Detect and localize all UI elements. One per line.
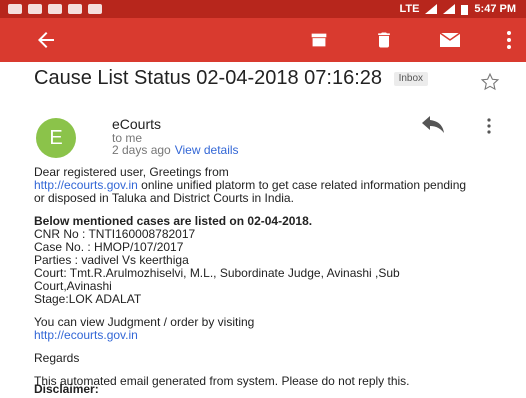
email-time: 2 days ago View details	[112, 143, 239, 157]
signal-icon	[443, 4, 456, 14]
parties: Parties : vadivel Vs keerthiga	[34, 253, 189, 267]
reply-icon[interactable]	[420, 116, 446, 134]
app-toolbar	[0, 18, 526, 62]
trash-icon[interactable]	[374, 29, 394, 51]
clock: 5:47 PM	[474, 3, 516, 15]
message-more-icon[interactable]	[486, 118, 492, 134]
judgment-paragraph: You can view Judgment / order by visitin…	[34, 316, 474, 342]
ecourts-link[interactable]: http://ecourts.gov.in	[34, 178, 138, 192]
greeting-paragraph: Dear registered user, Greetings from http…	[34, 166, 474, 205]
greeting-text: Dear registered user, Greetings from	[34, 165, 229, 179]
regards: Regards	[34, 351, 80, 365]
time-text: 2 days ago	[112, 143, 171, 157]
notification-icons	[0, 4, 102, 14]
status-bar: LTE 5:47 PM	[0, 0, 526, 18]
case-details: Below mentioned cases are listed on 02-0…	[34, 215, 474, 306]
sender-name: eCourts	[112, 116, 162, 132]
battery-icon	[461, 4, 469, 15]
notification-icon	[28, 4, 42, 14]
cnr-number: CNR No : TNTI160008782017	[34, 227, 196, 241]
cases-heading: Below mentioned cases are listed on 02-0…	[34, 214, 313, 228]
email-body: Dear registered user, Greetings from http…	[34, 166, 474, 398]
disclaimer-heading: Disclaimer:	[34, 382, 99, 396]
notification-icon	[88, 4, 102, 14]
inbox-label[interactable]: Inbox	[393, 72, 429, 86]
signal-icon	[425, 4, 438, 14]
judgment-text: You can view Judgment / order by visitin…	[34, 315, 255, 329]
network-type: LTE	[399, 3, 420, 15]
stage: Stage:LOK ADALAT	[34, 292, 142, 306]
notification-icon	[8, 4, 22, 14]
whatsapp-icon	[68, 4, 82, 14]
sender-avatar: E	[36, 118, 76, 158]
star-icon[interactable]	[480, 72, 500, 92]
view-details-link[interactable]: View details	[175, 143, 239, 157]
mail-icon[interactable]	[438, 30, 462, 50]
overflow-menu-icon[interactable]	[506, 30, 512, 50]
back-arrow-icon[interactable]	[34, 28, 58, 52]
case-number: Case No. : HMOP/107/2017	[34, 240, 184, 254]
email-subject: Cause List Status 02-04-2018 07:16:28 In…	[34, 66, 474, 90]
notification-icon	[48, 4, 62, 14]
judgment-link[interactable]: http://ecourts.gov.in	[34, 328, 138, 342]
archive-icon[interactable]	[308, 29, 330, 51]
auto-note: This automated email generated from syst…	[34, 374, 410, 388]
court: Court: Tmt.R.Arulmozhiselvi, M.L., Subor…	[34, 266, 400, 293]
subject-text: Cause List Status 02-04-2018 07:16:28	[34, 67, 383, 89]
